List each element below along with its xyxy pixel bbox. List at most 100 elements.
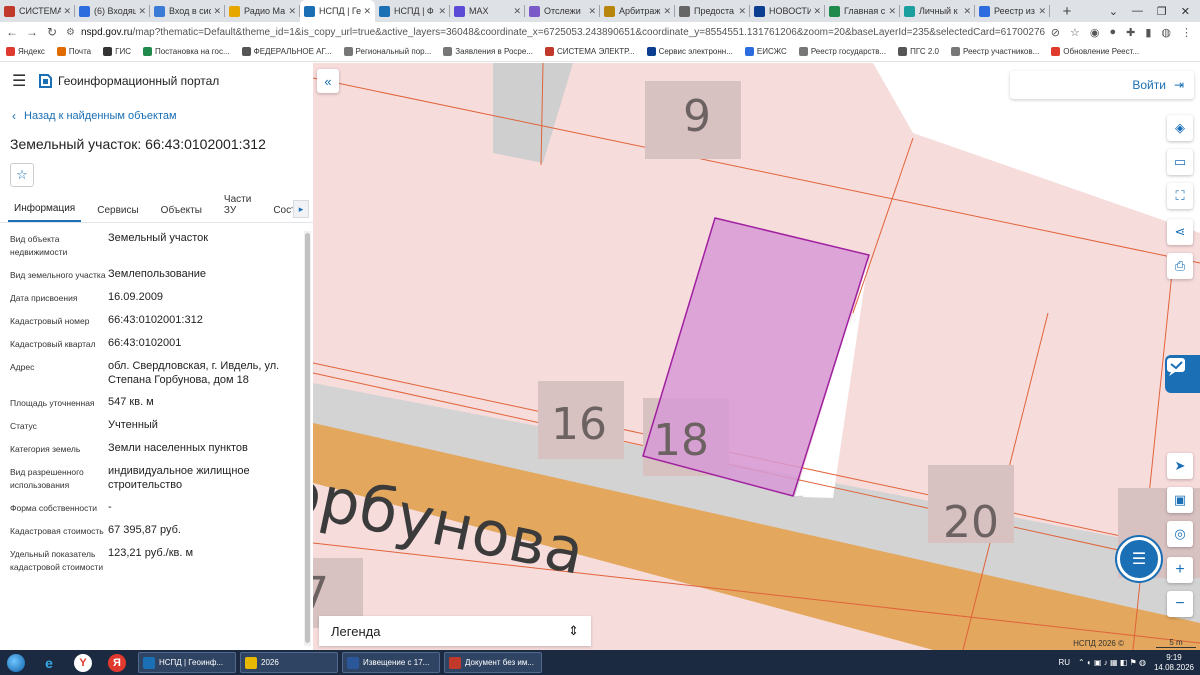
- language-indicator[interactable]: RU: [1058, 658, 1070, 667]
- scrollbar-thumb[interactable]: [305, 233, 310, 643]
- geolocate-button[interactable]: ➤: [1167, 453, 1193, 479]
- browser-tab[interactable]: НСПД | Ге ✕: [300, 0, 375, 22]
- extensions-puzzle-icon[interactable]: ✚: [1126, 26, 1135, 39]
- browser-tab[interactable]: Главная с ✕: [825, 0, 900, 22]
- taskbar-app[interactable]: 2026: [240, 652, 338, 673]
- browser-tab[interactable]: НОВОСТИ ✕: [750, 0, 825, 22]
- tab-close-icon[interactable]: ✕: [288, 6, 296, 17]
- bookmark-item[interactable]: Заявления в Росре...: [443, 47, 533, 56]
- measure-button[interactable]: ▭: [1167, 149, 1193, 175]
- bookmark-item[interactable]: ПГС 2.0: [898, 47, 939, 56]
- browser-tab[interactable]: MAX ✕: [450, 0, 525, 22]
- tab-close-icon[interactable]: ✕: [963, 6, 971, 17]
- object-tab[interactable]: Части ЗУ: [218, 194, 257, 222]
- tab-close-icon[interactable]: ✕: [588, 6, 596, 17]
- zoom-out-button[interactable]: −: [1167, 591, 1193, 617]
- yandex-icon[interactable]: Я: [100, 650, 134, 675]
- profile-icon[interactable]: ◍: [1161, 26, 1171, 39]
- forward-icon[interactable]: →: [24, 25, 40, 39]
- clock[interactable]: 9:19 14.08.2026: [1154, 653, 1194, 673]
- extension-icon-2[interactable]: ●: [1109, 26, 1116, 39]
- tab-search-icon[interactable]: ⌄: [1109, 5, 1118, 18]
- yandex-browser-icon[interactable]: Y: [66, 650, 100, 675]
- browser-tab[interactable]: Арбитраж ✕: [600, 0, 675, 22]
- collapse-panel-button[interactable]: «: [317, 69, 339, 93]
- browser-tab[interactable]: Предоста ✕: [675, 0, 750, 22]
- maximize-icon[interactable]: ❐: [1157, 5, 1167, 18]
- select-area-button[interactable]: ⛶: [1167, 183, 1193, 209]
- bookmark-item[interactable]: Яндекс: [6, 47, 45, 56]
- tab-close-icon[interactable]: ✕: [813, 6, 821, 17]
- attribute-value: 547 кв. м: [108, 396, 154, 408]
- browser-menu-icon[interactable]: ⋮: [1181, 26, 1192, 39]
- map-view[interactable]: 9 16 18 20 7 Горбунова « Войти ⇥ ◈ ▭ ⛶ ⋖…: [313, 63, 1200, 650]
- object-tab[interactable]: Объекты: [155, 205, 208, 222]
- bookmark-item[interactable]: Реестр государств...: [798, 47, 886, 56]
- tab-close-icon[interactable]: ✕: [513, 6, 521, 17]
- map-canvas[interactable]: 9 16 18 20 7 Горбунова: [313, 63, 1200, 650]
- new-tab-button[interactable]: +: [1056, 0, 1078, 22]
- side-panel-tab[interactable]: [1165, 355, 1200, 393]
- tab-close-icon[interactable]: ✕: [438, 6, 446, 17]
- basemap-button[interactable]: ▣: [1167, 487, 1193, 513]
- close-window-icon[interactable]: ✕: [1181, 5, 1190, 18]
- legend-dropdown[interactable]: Легенда ⇕: [319, 616, 591, 646]
- tab-close-icon[interactable]: ✕: [63, 6, 71, 17]
- menu-icon[interactable]: ☰: [12, 71, 32, 91]
- cast-icon[interactable]: ⊘: [1051, 26, 1060, 39]
- back-to-results-link[interactable]: ‹ Назад к найденным объектам: [0, 99, 313, 133]
- tab-close-icon[interactable]: ✕: [213, 6, 221, 17]
- browser-tab[interactable]: НСПД | Ф ✕: [375, 0, 450, 22]
- zoom-in-button[interactable]: +: [1167, 557, 1193, 583]
- bookmark-item[interactable]: СИСТЕМА ЭЛЕКТР...: [544, 47, 635, 56]
- bookmark-item[interactable]: Региональный пор...: [343, 47, 431, 56]
- extension-icon-1[interactable]: ◉: [1090, 26, 1100, 39]
- bookmark-item[interactable]: ЕИСЖС: [744, 47, 787, 56]
- taskbar-app[interactable]: Документ без им...: [444, 652, 542, 673]
- tab-close-icon[interactable]: ✕: [1038, 6, 1046, 17]
- browser-tab[interactable]: Личный к ✕: [900, 0, 975, 22]
- start-button[interactable]: [0, 650, 32, 675]
- bookmark-item[interactable]: Обновление Реест...: [1051, 47, 1139, 56]
- panel-scrollbar[interactable]: [304, 231, 311, 646]
- browser-tab[interactable]: Реестр из ✕: [975, 0, 1050, 22]
- reload-icon[interactable]: ↻: [44, 25, 60, 39]
- bookmark-item[interactable]: Сервис электронн...: [646, 47, 733, 56]
- taskbar-app[interactable]: Извещение с 17...: [342, 652, 440, 673]
- login-button[interactable]: Войти ⇥: [1010, 71, 1194, 99]
- bookmark-item[interactable]: ФЕДЕРАЛЬНОЕ АГ...: [241, 47, 332, 56]
- back-icon[interactable]: ←: [4, 25, 20, 39]
- share-button[interactable]: ⋖: [1167, 219, 1193, 245]
- browser-tab[interactable]: Вход в сис ✕: [150, 0, 225, 22]
- tab-close-icon[interactable]: ✕: [738, 6, 746, 17]
- bookmark-item[interactable]: Почта: [56, 47, 91, 56]
- url-field[interactable]: ⚙ nspd.gov.ru /map?thematic=Default&them…: [66, 23, 1045, 41]
- browser-tab[interactable]: (6) Входящ ✕: [75, 0, 150, 22]
- location-search-button[interactable]: ◎: [1167, 521, 1193, 547]
- print-button[interactable]: ⎙: [1167, 253, 1193, 279]
- taskbar-app[interactable]: НСПД | Геоинф...: [138, 652, 236, 673]
- tab-close-icon[interactable]: ✕: [888, 6, 896, 17]
- ie-icon[interactable]: e: [32, 650, 66, 675]
- site-info-icon[interactable]: ⚙: [66, 27, 75, 38]
- tab-close-icon[interactable]: ✕: [663, 6, 671, 17]
- browser-tab[interactable]: Отслежи ✕: [525, 0, 600, 22]
- bookmark-star-icon[interactable]: ☆: [1070, 26, 1080, 39]
- tray-icons[interactable]: ⌃ ◐ ▣ ♪ ▦ ◧ ⚑ ◍: [1078, 658, 1146, 667]
- object-tab[interactable]: Сервисы: [91, 205, 144, 222]
- tab-close-icon[interactable]: ✕: [138, 6, 146, 17]
- bookmark-item[interactable]: Реестр участников...: [950, 47, 1039, 56]
- browser-tab[interactable]: СИСТЕМА ✕: [0, 0, 75, 22]
- sidebar-icon[interactable]: ▮: [1145, 26, 1151, 39]
- bookmark-item[interactable]: ГИС: [103, 47, 131, 56]
- tabs-scroll-right-button[interactable]: ▸: [293, 200, 309, 218]
- chat-assistant-button[interactable]: ☰: [1117, 537, 1161, 581]
- favorite-button[interactable]: ☆: [10, 163, 34, 187]
- browser-tab[interactable]: Радио Ма ✕: [225, 0, 300, 22]
- bookmark-item[interactable]: Постановка на гос...: [142, 47, 230, 56]
- taskbar-app-label: Документ без им...: [465, 658, 535, 667]
- layers-button[interactable]: ◈: [1167, 115, 1193, 141]
- tab-close-icon[interactable]: ✕: [363, 6, 371, 17]
- minimize-icon[interactable]: —: [1132, 5, 1143, 17]
- object-tab[interactable]: Информация: [8, 203, 82, 222]
